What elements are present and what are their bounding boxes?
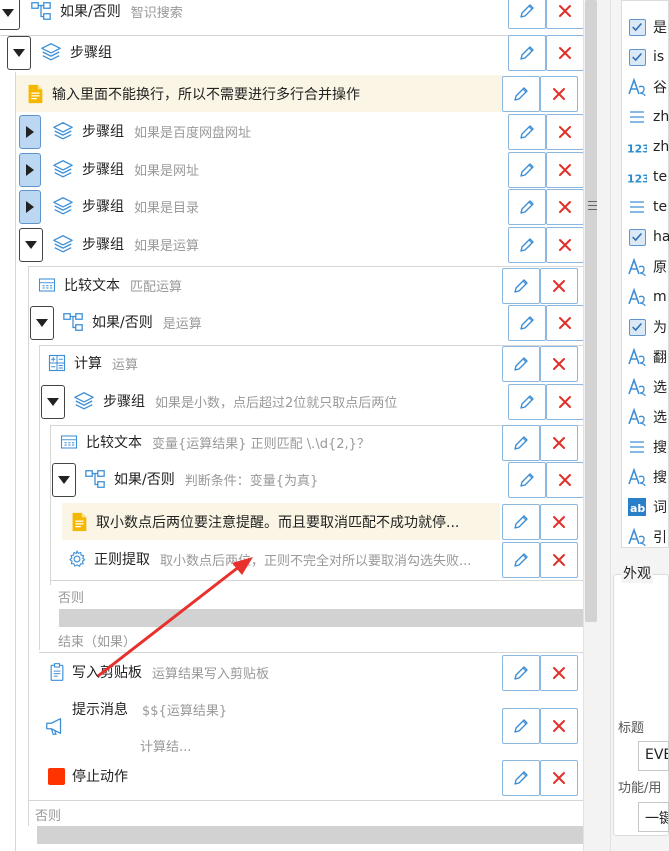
variable-name: 翻: [653, 350, 667, 366]
properties-panel: 是is谷zhzhteteha原m为翻选选搜搜词引 外观 标题 EVE 功能/用 …: [611, 0, 669, 851]
variable-name: 谷: [653, 80, 667, 96]
title-input[interactable]: EVE: [638, 741, 669, 771]
variable-name: zh: [653, 109, 669, 125]
variable-list-item[interactable]: 搜: [627, 432, 669, 462]
text-abc-icon: [627, 407, 647, 427]
text-abc-icon: [627, 287, 647, 307]
appearance-label: 外观: [621, 563, 653, 583]
number-123-icon: [627, 167, 647, 187]
variable-list-item[interactable]: te: [627, 192, 669, 222]
text-abc-icon: [627, 527, 647, 547]
variable-name: 词: [653, 500, 667, 516]
number-123-icon: [627, 137, 647, 157]
variable-name: zh: [653, 139, 669, 155]
text-abc-icon: [627, 257, 647, 277]
text-abc-icon: [627, 377, 647, 397]
variable-list-item[interactable]: 原: [627, 252, 669, 282]
variable-list-item[interactable]: 词: [627, 492, 669, 522]
splitter-grip-icon[interactable]: [588, 201, 597, 211]
checkbox-icon[interactable]: [627, 47, 647, 67]
variable-list-item[interactable]: zh: [627, 132, 669, 162]
variable-list-item[interactable]: ha: [627, 222, 669, 252]
variable-list-item[interactable]: 为: [627, 312, 669, 342]
variable-name: te: [653, 169, 668, 185]
function-input[interactable]: 一键: [638, 802, 669, 832]
checkbox-icon[interactable]: [627, 17, 647, 37]
variable-list-item[interactable]: 翻: [627, 342, 669, 372]
list-icon: [627, 107, 647, 127]
variable-name: 选: [653, 410, 667, 426]
text-abc-icon: [627, 467, 647, 487]
variable-name: 搜: [653, 440, 667, 456]
variable-name: 为: [653, 320, 667, 336]
variable-list-item[interactable]: 选: [627, 372, 669, 402]
title-label: 标题: [618, 721, 645, 736]
ab-icon: [627, 497, 647, 517]
variable-name: ha: [653, 229, 669, 245]
checkbox-icon[interactable]: [627, 227, 647, 247]
variable-name: te: [653, 199, 668, 215]
list-icon: [627, 437, 647, 457]
text-abc-icon: [627, 77, 647, 97]
variable-name: 引: [653, 530, 667, 546]
variable-name: m: [653, 289, 667, 305]
action-tree-panel[interactable]: 如果/否则 智识搜索 步骤组 输入里面不能换行，所以不需要进行多行合并操作 步骤…: [0, 0, 583, 851]
variable-list-item[interactable]: 引: [627, 522, 669, 552]
variable-name: 是: [653, 20, 667, 36]
variable-list-item[interactable]: 谷: [627, 72, 669, 102]
variable-list-item[interactable]: te: [627, 162, 669, 192]
variable-list-item[interactable]: zh: [627, 102, 669, 132]
variable-list-item[interactable]: is: [627, 42, 669, 72]
appearance-group: [613, 574, 669, 836]
variable-list-item[interactable]: 选: [627, 402, 669, 432]
text-abc-icon: [627, 347, 647, 367]
checkbox-icon[interactable]: [627, 317, 647, 337]
variable-list-item[interactable]: 是: [627, 12, 669, 42]
vertical-scrollbar[interactable]: [585, 0, 597, 622]
list-icon: [627, 197, 647, 217]
variable-name: is: [653, 49, 665, 65]
variable-list-item[interactable]: m: [627, 282, 669, 312]
variable-name: 选: [653, 380, 667, 396]
variable-name: 搜: [653, 470, 667, 486]
function-label: 功能/用: [618, 781, 662, 796]
variable-list-item[interactable]: 搜: [627, 462, 669, 492]
annotation-arrow: [97, 557, 253, 678]
variable-name: 原: [653, 260, 667, 276]
